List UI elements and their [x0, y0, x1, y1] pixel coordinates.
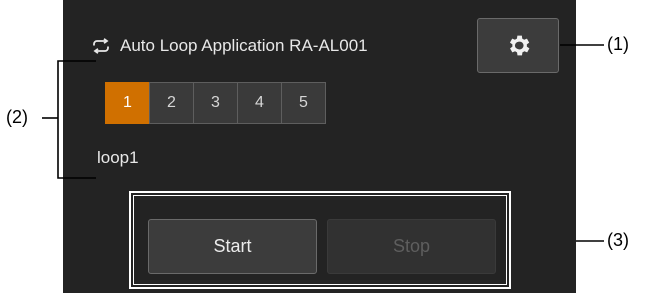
stop-button[interactable]: Stop [327, 219, 496, 274]
loop-name: loop1 [97, 148, 139, 167]
tab-1[interactable]: 1 [105, 82, 150, 124]
loop-arrows-icon [91, 38, 111, 54]
tab-4[interactable]: 4 [237, 82, 282, 124]
callout-3-label: (3) [607, 230, 629, 250]
start-button[interactable]: Start [148, 219, 317, 274]
tab-2[interactable]: 2 [149, 82, 194, 124]
title-row: Auto Loop Application RA-AL001 [91, 34, 368, 58]
loop-tabs: 1 2 3 4 5 [105, 82, 326, 124]
gear-icon [505, 32, 532, 59]
settings-button[interactable] [477, 18, 559, 73]
app-title: Auto Loop Application RA-AL001 [120, 36, 368, 55]
callout-2-label: (2) [6, 107, 28, 127]
tab-5[interactable]: 5 [281, 82, 326, 124]
callout-1-label: (1) [607, 34, 629, 54]
tab-3[interactable]: 3 [193, 82, 238, 124]
